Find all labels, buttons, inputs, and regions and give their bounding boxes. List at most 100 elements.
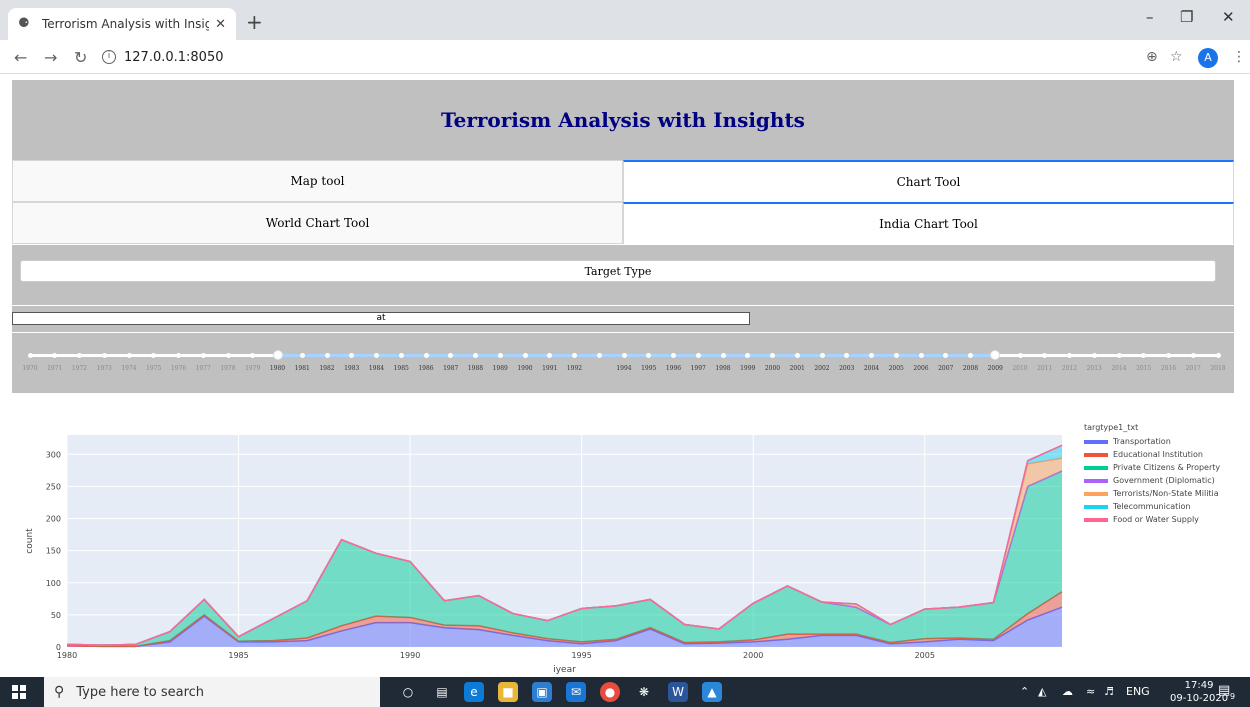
window-close-icon[interactable]: ✕ <box>1222 8 1235 26</box>
close-tab-icon[interactable]: ✕ <box>215 17 226 32</box>
slider-mark[interactable] <box>918 353 924 358</box>
slider-mark[interactable] <box>745 353 751 358</box>
slider-mark[interactable] <box>299 353 305 358</box>
tab-india-chart-tool[interactable]: India Chart Tool <box>623 202 1234 244</box>
store-icon[interactable]: ▣ <box>532 682 552 702</box>
legend-item[interactable]: Transportation <box>1084 435 1220 448</box>
back-icon[interactable]: ← <box>14 48 27 67</box>
notifications-icon[interactable]: ▤ <box>1218 683 1230 698</box>
url-field[interactable]: i 127.0.0.1:8050 <box>102 45 1192 69</box>
slider-mark[interactable] <box>101 353 107 358</box>
new-tab-icon[interactable]: + <box>246 10 263 34</box>
legend-item[interactable]: Terrorists/Non-State Militia <box>1084 487 1220 500</box>
windows-start-icon[interactable] <box>12 685 26 699</box>
filter-search-input[interactable]: at <box>12 312 750 325</box>
legend-item[interactable]: Government (Diplomatic) <box>1084 474 1220 487</box>
slider-year-label[interactable]: 1989 <box>493 365 508 372</box>
slider-mark[interactable] <box>225 353 231 358</box>
task-view-icon[interactable]: ▤ <box>432 682 452 702</box>
slider-mark[interactable] <box>770 353 775 358</box>
slider-mark[interactable] <box>176 353 181 358</box>
slider-mark[interactable] <box>423 353 429 358</box>
tray-network-icon[interactable]: ◭ <box>1038 685 1046 698</box>
bookmark-star-icon[interactable]: ☆ <box>1170 49 1183 65</box>
volume-icon[interactable]: ♬ <box>1104 685 1114 698</box>
slider-mark[interactable] <box>1190 353 1196 358</box>
slider-mark[interactable] <box>250 353 256 358</box>
reload-icon[interactable]: ↻ <box>74 48 87 67</box>
slider-mark[interactable] <box>844 353 850 358</box>
slider-mark[interactable] <box>1166 353 1171 358</box>
slider-year-label[interactable]: 1975 <box>146 365 161 372</box>
slider-year-label[interactable]: 2011 <box>1037 365 1052 372</box>
slider-year-label[interactable]: 2014 <box>1111 365 1126 372</box>
slider-year-label[interactable]: 2007 <box>938 365 953 372</box>
edge-icon[interactable]: e <box>464 682 484 702</box>
slider-mark[interactable] <box>1067 353 1072 358</box>
slider-mark[interactable] <box>671 353 676 358</box>
slider-mark[interactable] <box>572 353 577 358</box>
slider-year-label[interactable]: 2006 <box>913 365 928 372</box>
slider-year-label[interactable]: 1998 <box>715 365 730 372</box>
slider-mark[interactable] <box>497 353 503 358</box>
slider-mark[interactable] <box>968 353 973 358</box>
mail-icon[interactable]: ✉ <box>566 682 586 702</box>
slider-year-label[interactable]: 1997 <box>691 365 706 372</box>
slider-year-label[interactable]: 1990 <box>517 365 532 372</box>
slider-year-label[interactable]: 1973 <box>97 365 112 372</box>
legend-item[interactable]: Food or Water Supply <box>1084 513 1220 526</box>
slider-year-label[interactable]: 2015 <box>1136 365 1151 372</box>
slider-year-label[interactable]: 1982 <box>319 365 334 372</box>
slider-year-label[interactable]: 1986 <box>418 365 433 372</box>
slider-year-label[interactable]: 1979 <box>245 365 260 372</box>
menu-kebab-icon[interactable]: ⋮ <box>1232 49 1246 65</box>
slider-year-label[interactable]: 2000 <box>765 365 780 372</box>
slider-year-label[interactable]: 1985 <box>394 365 409 372</box>
slider-mark[interactable] <box>695 353 701 358</box>
slider-mark[interactable] <box>596 353 602 358</box>
taskbar-search-box[interactable]: ⚲ Type here to search <box>44 677 380 707</box>
slider-year-label[interactable]: 1983 <box>344 365 359 372</box>
restore-icon[interactable]: ❐ <box>1180 8 1193 26</box>
slider-year-label[interactable]: 1977 <box>196 365 211 372</box>
slider-year-label[interactable]: 1996 <box>666 365 681 372</box>
slider-year-label[interactable]: 2013 <box>1087 365 1102 372</box>
slider-mark[interactable] <box>522 353 528 358</box>
slider-mark[interactable] <box>943 353 949 358</box>
slider-mark[interactable] <box>893 353 899 358</box>
slider-mark[interactable] <box>869 353 874 358</box>
wifi-icon[interactable]: ≈ <box>1086 685 1095 698</box>
minimize-icon[interactable]: – <box>1146 8 1154 26</box>
slider-mark[interactable] <box>473 353 478 358</box>
slider-year-label[interactable]: 2017 <box>1186 365 1201 372</box>
slider-handle[interactable] <box>272 350 283 360</box>
slider-mark[interactable] <box>1116 353 1122 358</box>
language-indicator[interactable]: ENG <box>1126 685 1150 698</box>
slider-mark[interactable] <box>720 353 726 358</box>
slider-year-label[interactable]: 1995 <box>641 365 656 372</box>
slider-mark[interactable] <box>1091 353 1097 358</box>
tab-world-chart-tool[interactable]: World Chart Tool <box>12 202 623 244</box>
tray-onedrive-icon[interactable]: ☁ <box>1062 685 1073 698</box>
zoom-icon[interactable]: ⊕ <box>1146 49 1158 65</box>
slider-year-label[interactable]: 2018 <box>1210 365 1225 372</box>
slider-mark[interactable] <box>1215 353 1221 358</box>
slider-mark[interactable] <box>547 353 553 358</box>
slider-year-label[interactable]: 2009 <box>988 365 1003 372</box>
slider-year-label[interactable]: 2002 <box>814 365 829 372</box>
slider-year-label[interactable]: 1981 <box>295 365 310 372</box>
browser-tab[interactable]: ⚈ Terrorism Analysis with Insights ✕ <box>8 8 236 40</box>
tray-chevron-icon[interactable]: ⌃ <box>1020 685 1029 698</box>
legend-item[interactable]: Private Citizens & Property <box>1084 461 1220 474</box>
slider-year-label[interactable]: 1980 <box>270 365 285 372</box>
year-range-slider[interactable]: 1970 1971 1972 1973 1974 1975 1976 1977 1978 1979… <box>12 333 1234 393</box>
word-icon[interactable]: W <box>668 682 688 702</box>
tab-map-tool[interactable]: Map tool <box>12 160 623 202</box>
cortana-icon[interactable]: ○ <box>398 682 418 702</box>
profile-avatar[interactable]: A <box>1198 48 1218 68</box>
slider-year-label[interactable]: 1984 <box>369 365 384 372</box>
slider-mark[interactable] <box>324 353 330 358</box>
slider-year-label[interactable]: 2003 <box>839 365 854 372</box>
legend-item[interactable]: Telecommunication <box>1084 500 1220 513</box>
slider-mark[interactable] <box>349 353 355 358</box>
